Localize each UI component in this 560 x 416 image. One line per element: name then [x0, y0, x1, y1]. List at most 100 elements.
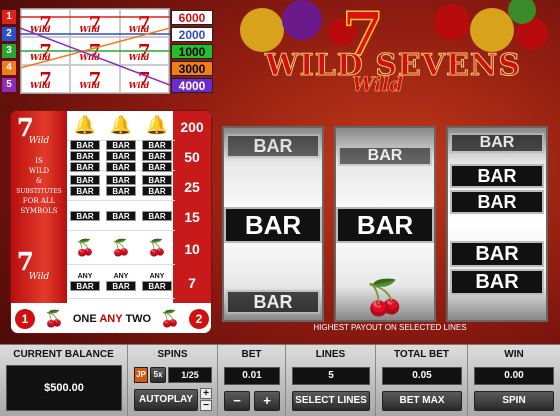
paytable-row-cherries: 🍒 🍒 🍒	[67, 231, 175, 265]
bar-symbol: BAR	[226, 290, 320, 314]
payline-panel: 1 2 3 4 5 7 Wild 7 Wild 7 Wild 7 Wild 7 Wild …	[0, 8, 220, 96]
payline-payout: 6000	[171, 10, 213, 25]
cherry-two-payout: 2	[188, 309, 209, 329]
mini-seven: 7 Wild	[70, 9, 120, 37]
bar-symbol: BAR	[450, 133, 544, 153]
bell-icon: 🔔	[109, 115, 133, 135]
wild-text: FOR ALL	[22, 197, 56, 205]
win-value: 0.00	[474, 367, 554, 385]
reel-1: BAR BAR BAR	[222, 126, 324, 322]
single-bar-icon: BAR	[106, 210, 136, 221]
select-lines-button[interactable]: SELECT LINES	[292, 391, 370, 411]
payline-payout: 2000	[171, 27, 213, 42]
control-bar: CURRENT BALANCE $500.00 SPINS JP 5x 1/25…	[0, 344, 560, 416]
reel-symbol: BAR	[336, 206, 434, 244]
single-bar-icon: BAR	[142, 210, 172, 221]
paytable-wild-column: 7 Wild IS WILD & SUBSTITUTES FOR ALL SYM…	[11, 111, 67, 333]
mini-seven: 7 Wild	[21, 9, 71, 37]
bet-value: 0.01	[224, 367, 280, 385]
payout-value: 25	[184, 179, 200, 195]
bar-symbol: BAR	[226, 134, 320, 158]
bet-label: BET	[241, 349, 262, 360]
payout-value: 15	[184, 209, 200, 225]
payout-value: 10	[184, 241, 200, 257]
paytable-row-any-bar: ANY BAR ANY BAR ANY BAR	[67, 265, 175, 299]
spins-increase-button[interactable]: +	[200, 388, 212, 399]
bell-icon: 🔔	[73, 115, 97, 135]
reel-symbol: BAR	[224, 288, 322, 316]
mini-seven: 7 Wild	[21, 65, 71, 93]
spin-count: 1/25	[168, 367, 212, 383]
paytable-row-single-bar: BAR BAR BAR	[67, 201, 175, 231]
bar-symbol: BAR	[338, 146, 432, 166]
paytable-row-triple-bar: BAR BAR BAR BAR BAR BAR BAR BAR BAR	[67, 139, 175, 172]
reel-symbol: BAR	[224, 206, 322, 244]
reel-symbol: 🍒	[336, 278, 434, 318]
bar-symbol: BAR	[450, 241, 544, 267]
autoplay-button[interactable]: AUTOPLAY	[134, 389, 198, 411]
bar-symbol: BAR	[450, 190, 544, 214]
bell-icon: 🔔	[145, 115, 169, 135]
cherry-icon: 🍒	[111, 239, 131, 257]
any-bar-icon: ANY BAR	[106, 273, 136, 291]
double-bar-icon: BAR BAR	[70, 175, 100, 196]
bet-decrease-button[interactable]: −	[224, 391, 250, 411]
wild-text: &	[35, 177, 43, 185]
cherry-icon: 🍒	[147, 239, 167, 257]
wild-label: Wild	[28, 272, 50, 282]
total-bet-panel: TOTAL BET 0.05 BET MAX	[376, 345, 468, 416]
reel-3: BAR BAR BAR BAR BAR	[446, 126, 548, 322]
wild-text: WILD	[28, 167, 50, 175]
paytable-row-double-bar: BAR BAR BAR BAR BAR BAR	[67, 171, 175, 201]
mini-seven: 7 Wild	[70, 37, 120, 65]
double-bar-icon: BAR BAR	[142, 175, 172, 196]
spin-button[interactable]: SPIN	[474, 391, 554, 411]
mini-reels: 7 Wild 7 Wild 7 Wild 7 Wild 7 Wild 7 Wild 7 Wil…	[20, 8, 170, 94]
mini-seven: 7 Wild	[70, 65, 120, 93]
double-bar-icon: BAR BAR	[106, 175, 136, 196]
mini-seven: 7 Wild	[119, 9, 169, 37]
bar-symbol: BAR	[450, 164, 544, 188]
bet-increase-button[interactable]: +	[254, 391, 280, 411]
reel-symbol: BAR BAR	[448, 162, 546, 216]
total-bet-value: 0.05	[382, 367, 462, 385]
reel-symbol: BAR BAR	[448, 240, 546, 296]
payline-number[interactable]: 5	[2, 78, 16, 92]
payline-payout: 1000	[171, 44, 213, 59]
cherry-icon: 🍒	[363, 279, 407, 317]
cherry-rule: ONE ANY TWO	[72, 313, 152, 325]
balance-label: CURRENT BALANCE	[13, 349, 114, 360]
paytable: 7 Wild IS WILD & SUBSTITUTES FOR ALL SYM…	[10, 110, 212, 334]
spins-decrease-button[interactable]: −	[200, 400, 212, 411]
payline-number[interactable]: 1	[2, 10, 16, 24]
reel-symbol: BAR	[448, 132, 546, 154]
triple-bar-icon: BAR BAR BAR	[106, 139, 136, 172]
payline-number[interactable]: 3	[2, 44, 16, 58]
lines-label: LINES	[315, 349, 346, 360]
win-panel: WIN 0.00 SPIN	[468, 345, 560, 416]
any-bar-icon: ANY BAR	[70, 273, 100, 291]
mini-seven: 7 Wild	[119, 37, 169, 65]
payline-payout: 3000	[171, 61, 213, 76]
win-label: WIN	[504, 349, 524, 360]
payline-number[interactable]: 4	[2, 61, 16, 75]
jackpot-badge[interactable]: JP	[134, 367, 148, 383]
cherry-icon: 🍒	[160, 311, 181, 328]
spin-multiplier-button[interactable]: 5x	[150, 367, 166, 383]
slot-game: 1 2 3 4 5 7 Wild 7 Wild 7 Wild 7 Wild 7 Wild …	[0, 0, 560, 416]
highest-payout-note: HIGHEST PAYOUT ON SELECTED LINES	[313, 323, 467, 332]
paytable-cherry-row: 1 🍒 ONE ANY TWO 🍒 2	[11, 303, 211, 333]
payline-number[interactable]: 2	[2, 27, 16, 41]
balance-value: $500.00	[6, 365, 122, 411]
mini-seven: 7 Wild	[21, 37, 71, 65]
wild-label: Wild	[28, 136, 50, 146]
payout-value: 200	[180, 119, 204, 135]
lines-value: 5	[292, 367, 370, 385]
cherry-one-payout: 1	[15, 309, 35, 329]
payline-payout: 4000	[171, 78, 213, 93]
triple-bar-icon: BAR BAR BAR	[142, 139, 172, 172]
bar-symbol: BAR	[224, 207, 322, 243]
spins-label: SPINS	[157, 349, 188, 360]
bet-max-button[interactable]: BET MAX	[382, 391, 462, 411]
total-bet-label: TOTAL BET	[394, 349, 449, 360]
